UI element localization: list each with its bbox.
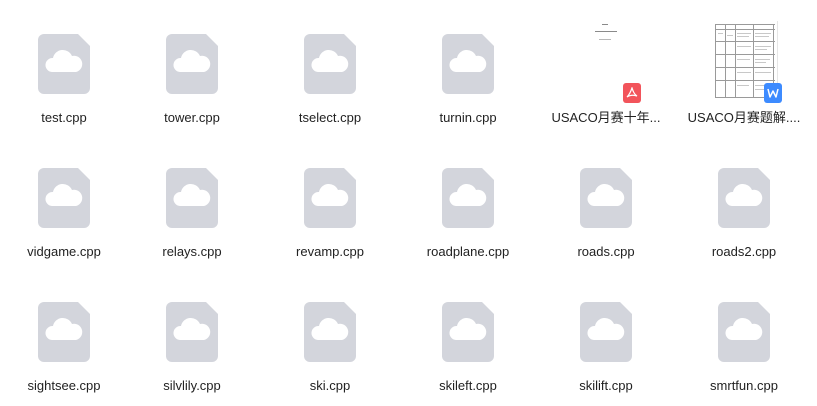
pdf-icon <box>623 83 641 103</box>
file-thumbnail <box>265 142 395 232</box>
file-thumbnail <box>127 142 257 232</box>
file-item-roads[interactable]: roads.cpp <box>541 142 671 262</box>
file-name: silvlily.cpp <box>163 378 221 393</box>
cloud-file-icon <box>718 302 770 362</box>
cloud-file-icon <box>442 34 494 94</box>
file-name: USACO月赛题解.... <box>687 110 801 125</box>
file-thumbnail <box>679 8 809 103</box>
file-thumbnail <box>127 8 257 98</box>
cloud-file-icon <box>304 168 356 228</box>
file-name: roadplane.cpp <box>426 244 510 259</box>
file-name: roads2.cpp <box>711 244 777 259</box>
file-item-usaco-pdf[interactable]: USACO月赛十年... <box>541 8 671 128</box>
cloud-file-icon <box>580 302 632 362</box>
cloud-file-icon <box>166 302 218 362</box>
file-thumbnail <box>403 276 533 366</box>
file-thumbnail <box>127 276 257 366</box>
file-item-silvlily[interactable]: silvlily.cpp <box>127 276 257 396</box>
word-icon <box>764 83 782 103</box>
cloud-file-icon <box>304 302 356 362</box>
file-item-tower[interactable]: tower.cpp <box>127 8 257 128</box>
file-thumbnail <box>541 276 671 366</box>
cloud-file-icon <box>38 34 90 94</box>
file-name: relays.cpp <box>162 244 222 259</box>
file-item-sightsee[interactable]: sightsee.cpp <box>0 276 129 396</box>
cloud-file-icon <box>580 168 632 228</box>
file-name: skilift.cpp <box>579 378 633 393</box>
file-item-turnin[interactable]: turnin.cpp <box>403 8 533 128</box>
file-thumbnail <box>541 142 671 232</box>
file-thumbnail <box>0 8 129 98</box>
file-name: turnin.cpp <box>439 110 497 125</box>
file-item-smrtfun[interactable]: smrtfun.cpp <box>679 276 809 396</box>
file-item-vidgame[interactable]: vidgame.cpp <box>0 142 129 262</box>
file-name: revamp.cpp <box>296 244 364 259</box>
file-name: smrtfun.cpp <box>710 378 778 393</box>
file-item-roads2[interactable]: roads2.cpp <box>679 142 809 262</box>
cloud-file-icon <box>166 168 218 228</box>
file-thumbnail <box>403 8 533 98</box>
file-thumbnail <box>541 8 671 103</box>
file-item-skilift[interactable]: skilift.cpp <box>541 276 671 396</box>
file-name: ski.cpp <box>309 378 351 393</box>
file-item-ski[interactable]: ski.cpp <box>265 276 395 396</box>
file-item-usaco-doc[interactable]: USACO月赛题解.... <box>679 8 809 128</box>
file-item-test[interactable]: test.cpp <box>0 8 129 128</box>
cloud-file-icon <box>718 168 770 228</box>
file-item-tselect[interactable]: tselect.cpp <box>265 8 395 128</box>
file-item-skileft[interactable]: skileft.cpp <box>403 276 533 396</box>
file-name: USACO月赛十年... <box>551 110 661 125</box>
file-grid: test.cpp tower.cpp tselect.cpp turnin.cp… <box>0 0 817 406</box>
cloud-file-icon <box>442 168 494 228</box>
file-name: roads.cpp <box>577 244 635 259</box>
cloud-file-icon <box>304 34 356 94</box>
file-thumbnail <box>679 276 809 366</box>
file-thumbnail <box>265 8 395 98</box>
cloud-file-icon <box>442 302 494 362</box>
file-name: skileft.cpp <box>439 378 497 393</box>
file-name: test.cpp <box>41 110 87 125</box>
cloud-file-icon <box>166 34 218 94</box>
cloud-file-icon <box>38 168 90 228</box>
file-thumbnail <box>0 142 129 232</box>
file-thumbnail <box>403 142 533 232</box>
file-item-relays[interactable]: relays.cpp <box>127 142 257 262</box>
file-name: tselect.cpp <box>298 110 362 125</box>
file-thumbnail <box>265 276 395 366</box>
file-thumbnail <box>679 142 809 232</box>
file-name: sightsee.cpp <box>27 378 101 393</box>
file-item-revamp[interactable]: revamp.cpp <box>265 142 395 262</box>
file-thumbnail <box>0 276 129 366</box>
cloud-file-icon <box>38 302 90 362</box>
file-name: vidgame.cpp <box>27 244 101 259</box>
file-item-roadplane[interactable]: roadplane.cpp <box>403 142 533 262</box>
file-name: tower.cpp <box>164 110 220 125</box>
